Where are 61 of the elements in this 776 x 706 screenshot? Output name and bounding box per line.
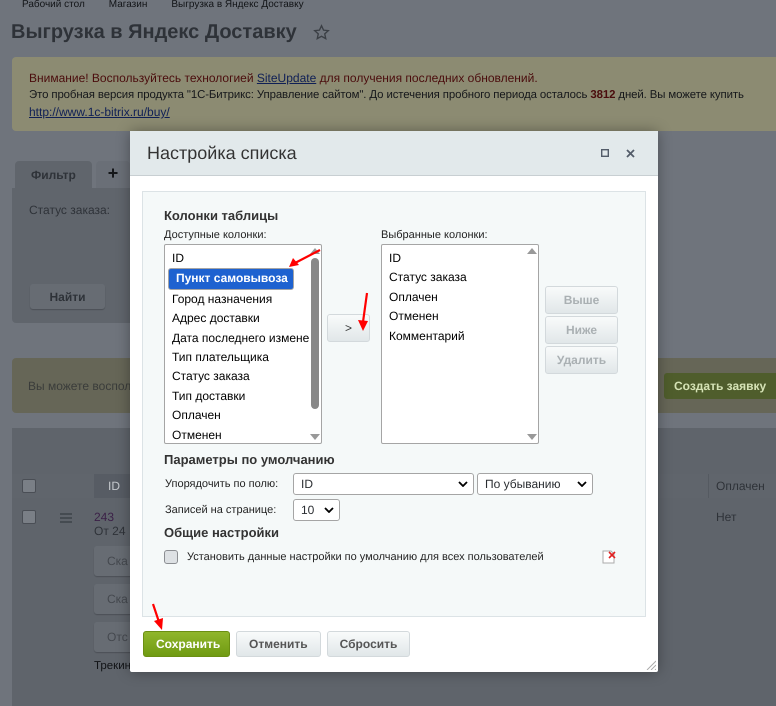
annotation-arrow <box>151 603 165 631</box>
dialog-button[interactable]: Отменить <box>236 631 321 657</box>
resize-grip-icon[interactable] <box>646 660 656 670</box>
available-columns-list[interactable]: ID Пункт самовывоза Город назначения Адрес доставки Дата последнего измене Тип плательщика Статус заказа Тип доставки Оплачен Отменен <box>164 244 322 444</box>
chevron-icon <box>458 481 468 487</box>
maximize-icon[interactable] <box>601 149 609 157</box>
list-option[interactable]: Отменен <box>385 307 439 327</box>
warning-text: Внимание! Воспользуйтесь технологией SiteUpdate для получения последних обновлений. <box>29 70 539 87</box>
breadcrumb-link[interactable]: Магазин <box>108 0 148 11</box>
list-option[interactable]: Город назначения <box>168 290 272 310</box>
close-icon[interactable] <box>626 148 635 158</box>
scroll-down-icon[interactable] <box>310 434 320 440</box>
selected-columns-list[interactable]: ID Статус заказа Оплачен Отменен Комментарий <box>381 244 539 444</box>
sort-field-select[interactable]: ID <box>293 473 474 495</box>
section-heading: Общие настройки <box>164 525 280 540</box>
list-option[interactable]: ID <box>168 249 184 268</box>
create-request-button[interactable]: Создать заявку <box>664 372 776 398</box>
dialog-button[interactable]: Сбросить <box>326 631 410 657</box>
dialog-title: Настройка списка <box>147 142 298 164</box>
buy-link[interactable]: http://www.1c-bitrix.ru/buy/ <box>29 105 170 119</box>
chevron-icon <box>324 507 334 513</box>
trial-text: Это пробная версия продукта "1С-Битрикс: Управление сайтом". До истечения пробного периода осталось 3812 дней. Вы можете купить <box>29 88 745 103</box>
filter-tab[interactable]: + <box>96 161 130 188</box>
list-option[interactable]: Оплачен <box>385 288 438 308</box>
siteupdate-link[interactable]: SiteUpdate <box>256 71 316 85</box>
tracking-text: Трекин <box>94 660 131 672</box>
menu-icon[interactable] <box>60 513 72 523</box>
scroll-up-icon[interactable] <box>527 248 537 254</box>
per-page-label: Записей на странице: <box>164 504 278 516</box>
checkbox-label: Установить данные настройки по умолчанию для всех пользователей <box>187 551 545 563</box>
list-option[interactable]: Оплачен <box>168 406 221 426</box>
list-option[interactable]: Адрес доставки <box>168 309 260 329</box>
list-option[interactable]: Тип доставки <box>168 386 246 406</box>
page-title: Выгрузка в Яндекс Доставку <box>11 20 297 44</box>
scroll-down-icon[interactable] <box>527 434 537 440</box>
list-option[interactable]: Комментарий <box>385 326 465 346</box>
checkbox[interactable] <box>22 479 36 493</box>
section-heading: Параметры по умолчанию <box>164 452 336 467</box>
selected-columns-label: Выбранные колонки: <box>381 229 489 241</box>
chevron-icon <box>577 481 587 487</box>
star-icon[interactable] <box>312 24 330 40</box>
delete-document-icon[interactable] <box>602 550 616 564</box>
annotation-arrow <box>287 249 321 269</box>
breadcrumb-link[interactable]: Выгрузка в Яндекс Доставку <box>171 0 304 11</box>
checkbox[interactable] <box>164 550 178 564</box>
scroll-up-icon[interactable] <box>310 248 320 254</box>
list-option[interactable]: Дата последнего измене <box>168 328 310 348</box>
list-option[interactable]: Статус заказа <box>385 268 467 288</box>
per-page-select[interactable]: 10 <box>293 499 340 521</box>
section-heading: Колонки таблицы <box>164 208 280 223</box>
list-option[interactable]: Отменен <box>168 426 222 446</box>
list-option[interactable]: Статус заказа <box>168 367 250 387</box>
sort-order-select[interactable]: По убыванию <box>477 473 593 495</box>
available-columns-label: Доступные колонки: <box>164 229 268 241</box>
sort-field-label: Упорядочить по полю: <box>164 478 280 490</box>
annotation-arrow <box>356 292 370 332</box>
list-option[interactable]: Тип плательщика <box>168 348 269 368</box>
checkbox[interactable] <box>22 510 36 524</box>
add-column-button[interactable]: > <box>327 314 370 342</box>
list-option[interactable]: Пункт самовывоза <box>168 268 294 290</box>
list-option[interactable]: ID <box>385 249 401 268</box>
